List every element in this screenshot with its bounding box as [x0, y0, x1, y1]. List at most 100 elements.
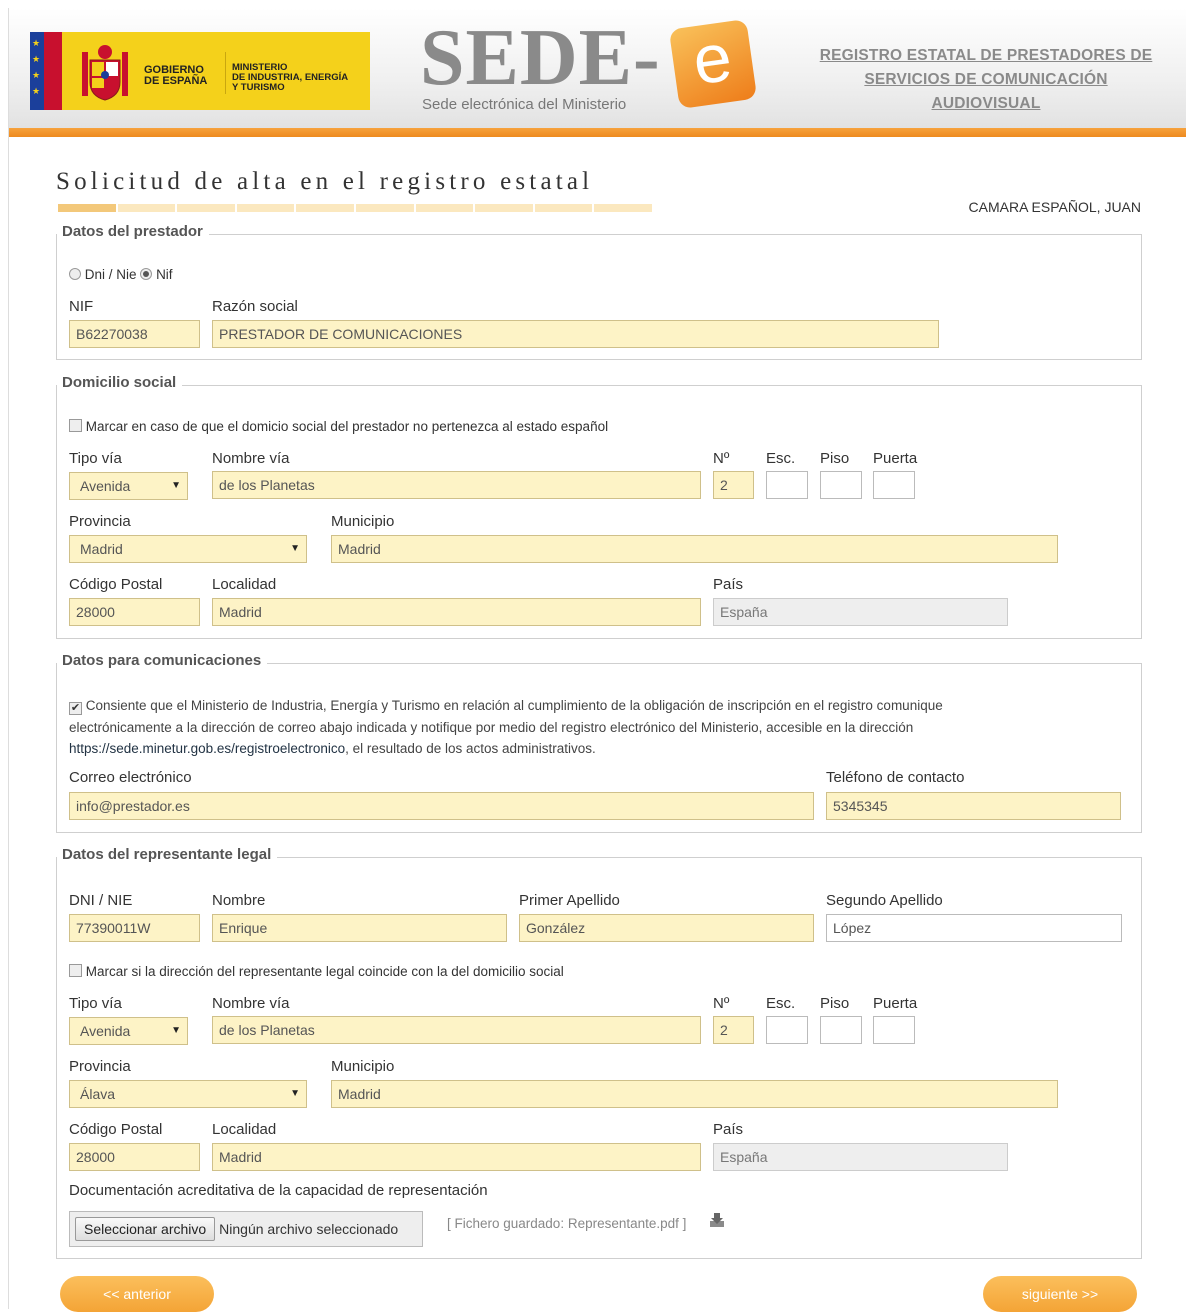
ministry-label: MINISTERIO DE INDUSTRIA, ENERGÍA Y TURIS…: [232, 62, 349, 93]
localidad-label: Localidad: [212, 576, 277, 593]
saved-file-label: [ Fichero guardado: Representante.pdf ]: [447, 1216, 687, 1231]
registry-link[interactable]: REGISTRO ESTATAL DE PRESTADORES DE SERVI…: [808, 44, 1164, 116]
header-accent-bar: [9, 128, 1186, 137]
no-file-label: Ningún archivo seleccionado: [219, 1221, 399, 1237]
radio-dni-label: Dni / Nie: [84, 267, 137, 282]
municipio-input[interactable]: Madrid: [331, 535, 1058, 563]
progress-steps: [58, 204, 652, 212]
escalera-label: Esc.: [766, 450, 796, 467]
radio-nif-label: Nif: [156, 267, 173, 282]
rep-apellido2-label: Segundo Apellido: [826, 892, 943, 909]
user-name: CAMARA ESPAÑOL, JUAN: [968, 199, 1141, 215]
numero-input[interactable]: 2: [713, 471, 754, 499]
piso-input[interactable]: [820, 471, 862, 499]
previous-button[interactable]: << anterior: [60, 1276, 214, 1312]
email-label: Correo electrónico: [69, 769, 192, 786]
rep-localidad-label: Localidad: [212, 1121, 277, 1138]
foreign-address-label: Marcar en caso de que el domicio social …: [85, 419, 609, 434]
domicilio-legend: Domicilio social: [57, 374, 183, 391]
razon-social-input[interactable]: PRESTADOR DE COMUNICACIONES: [212, 320, 939, 348]
consent-text-line1: Consiente que el Ministerio de Industria…: [85, 698, 943, 713]
rep-escalera-input[interactable]: [766, 1016, 808, 1044]
sede-title: SEDE-: [420, 14, 661, 102]
rep-numero-label: Nº: [713, 995, 730, 1012]
progress-step: [534, 204, 593, 212]
registro-electronico-link[interactable]: https://sede.minetur.gob.es/registroelec…: [69, 741, 345, 756]
rep-apellido1-input[interactable]: González: [519, 914, 814, 942]
coat-of-arms-icon: [82, 45, 128, 101]
email-input[interactable]: info@prestador.es: [69, 792, 814, 820]
puerta-input[interactable]: [873, 471, 915, 499]
next-button[interactable]: siguiente >>: [983, 1276, 1137, 1312]
consent-text-line3: , el resultado de los actos administrati…: [345, 741, 596, 756]
rep-apellido2-input[interactable]: López: [826, 914, 1122, 942]
progress-step: [355, 204, 414, 212]
foreign-address-checkbox[interactable]: [69, 419, 82, 432]
puerta-label: Puerta: [873, 450, 918, 467]
provincia-value: Madrid: [80, 541, 123, 557]
nombre-via-label: Nombre vía: [212, 450, 290, 467]
rep-tipo-via-select[interactable]: Avenida: [69, 1017, 188, 1045]
rep-puerta-input[interactable]: [873, 1016, 915, 1044]
representante-fieldset: Datos del representante legal DNI / NIE …: [56, 846, 1142, 1259]
escalera-input[interactable]: [766, 471, 808, 499]
rep-codigo-postal-label: Código Postal: [69, 1121, 163, 1138]
progress-step: [475, 204, 533, 212]
numero-label: Nº: [713, 450, 730, 467]
tipo-via-select[interactable]: Avenida: [69, 472, 188, 500]
comunicaciones-fieldset: Datos para comunicaciones ✔ Consiente qu…: [56, 652, 1142, 833]
rep-nombre-input[interactable]: Enrique: [212, 914, 507, 942]
sede-subtitle: Sede electrónica del Ministerio: [422, 96, 627, 113]
phone-input[interactable]: 5345345: [826, 792, 1121, 820]
radio-dni[interactable]: [69, 268, 81, 280]
provincia-select[interactable]: Madrid: [69, 535, 307, 563]
rep-piso-label: Piso: [820, 995, 850, 1012]
rep-nombre-label: Nombre: [212, 892, 266, 909]
file-upload[interactable]: Seleccionar archivo Ningún archivo selecc…: [69, 1211, 423, 1247]
same-address-row: Marcar si la dirección del representante…: [69, 964, 564, 979]
nif-input[interactable]: B62270038: [69, 320, 200, 348]
rep-nombre-via-input[interactable]: de los Planetas: [212, 1016, 701, 1044]
government-logo[interactable]: ★ ★ ★ ★ GOBIERNO DE ESPAÑA MINISTERIO DE IN…: [30, 32, 370, 110]
rep-puerta-label: Puerta: [873, 995, 918, 1012]
rep-municipio-label: Municipio: [331, 1058, 395, 1075]
same-address-label: Marcar si la dirección del representante…: [85, 964, 564, 979]
gov-label: GOBIERNO DE ESPAÑA: [144, 64, 208, 87]
nombre-via-input[interactable]: de los Planetas: [212, 471, 701, 499]
radio-nif[interactable]: [140, 268, 153, 280]
localidad-input[interactable]: Madrid: [212, 598, 701, 626]
progress-step: [296, 204, 354, 212]
rep-provincia-select[interactable]: Álava: [69, 1080, 307, 1108]
piso-label: Piso: [820, 450, 850, 467]
pais-input: España: [713, 598, 1008, 626]
eu-stars-icon: ★ ★ ★ ★: [30, 32, 44, 110]
rep-nombre-via-label: Nombre vía: [212, 995, 290, 1012]
municipio-label: Municipio: [331, 513, 395, 530]
rep-piso-input[interactable]: [820, 1016, 862, 1044]
foreign-address-row: Marcar en caso de que el domicio social …: [69, 419, 608, 434]
comunicaciones-legend: Datos para comunicaciones: [57, 652, 268, 669]
progress-step: [594, 204, 652, 212]
rep-apellido1-label: Primer Apellido: [519, 892, 620, 909]
progress-step: [177, 204, 235, 212]
rep-dni-input[interactable]: 77390011W: [69, 914, 200, 942]
rep-numero-input[interactable]: 2: [713, 1016, 754, 1044]
select-file-button[interactable]: Seleccionar archivo: [75, 1217, 216, 1241]
codigo-postal-input[interactable]: 28000: [69, 598, 200, 626]
same-address-checkbox[interactable]: [69, 964, 82, 977]
prestador-legend: Datos del prestador: [57, 223, 209, 240]
rep-codigo-postal-input[interactable]: 28000: [69, 1143, 200, 1171]
id-type-radios: Dni / Nie Nif: [69, 267, 173, 282]
phone-label: Teléfono de contacto: [826, 769, 965, 786]
download-icon[interactable]: [709, 1212, 725, 1228]
prestador-fieldset: Datos del prestador Dni / Nie Nif NIF Ra…: [56, 223, 1142, 360]
rep-pais-label: País: [713, 1121, 744, 1138]
consent-checkbox[interactable]: ✔: [69, 702, 82, 715]
doc-label: Documentación acreditativa de la capacid…: [69, 1182, 488, 1199]
nif-label: NIF: [69, 298, 94, 315]
rep-tipo-via-value: Avenida: [80, 1023, 131, 1039]
rep-municipio-input[interactable]: Madrid: [331, 1080, 1058, 1108]
progress-step: [415, 204, 474, 212]
progress-step: [236, 204, 295, 212]
rep-localidad-input[interactable]: Madrid: [212, 1143, 701, 1171]
